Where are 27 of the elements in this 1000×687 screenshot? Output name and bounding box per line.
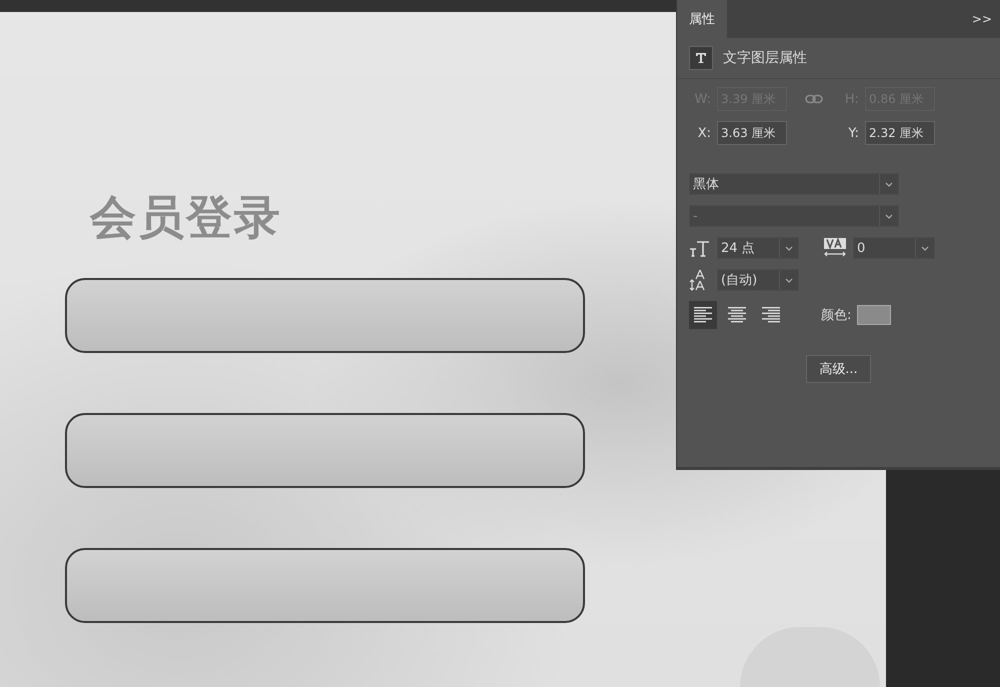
font-family-dropdown[interactable]: 黑体	[689, 173, 899, 195]
align-left-icon	[694, 307, 712, 323]
advanced-button[interactable]: 高级...	[806, 355, 871, 383]
text-layer-icon	[689, 46, 713, 70]
coordinate-label: Y:	[847, 126, 859, 140]
color-swatch[interactable]	[857, 305, 892, 325]
align-left-button[interactable]	[689, 301, 717, 329]
caret-icon	[885, 182, 893, 186]
section-title: 文字图层属性	[723, 49, 807, 67]
caret-icon	[785, 278, 793, 282]
font-size-dropdown[interactable]: 24 点	[717, 237, 799, 259]
font-size-icon	[689, 239, 711, 257]
tracking-icon	[823, 238, 847, 258]
align-right-icon	[762, 307, 780, 323]
coordinate-field[interactable]: 3.63 厘米	[717, 121, 787, 145]
collapse-button[interactable]: >>	[964, 0, 1000, 38]
tracking-dropdown[interactable]: 0	[853, 237, 935, 259]
align-center-icon	[728, 307, 746, 323]
leading-dropdown[interactable]: (自动)	[717, 269, 799, 291]
login-title: 会员登录	[90, 192, 282, 243]
caret-icon	[785, 246, 793, 250]
coordinate-field[interactable]: 2.32 厘米	[865, 121, 935, 145]
caret-icon	[885, 214, 893, 218]
coordinate-label: X:	[696, 126, 711, 140]
caret-icon	[921, 246, 929, 250]
properties-tab[interactable]: 属性	[677, 0, 727, 38]
color-label: 颜色:	[821, 307, 852, 324]
